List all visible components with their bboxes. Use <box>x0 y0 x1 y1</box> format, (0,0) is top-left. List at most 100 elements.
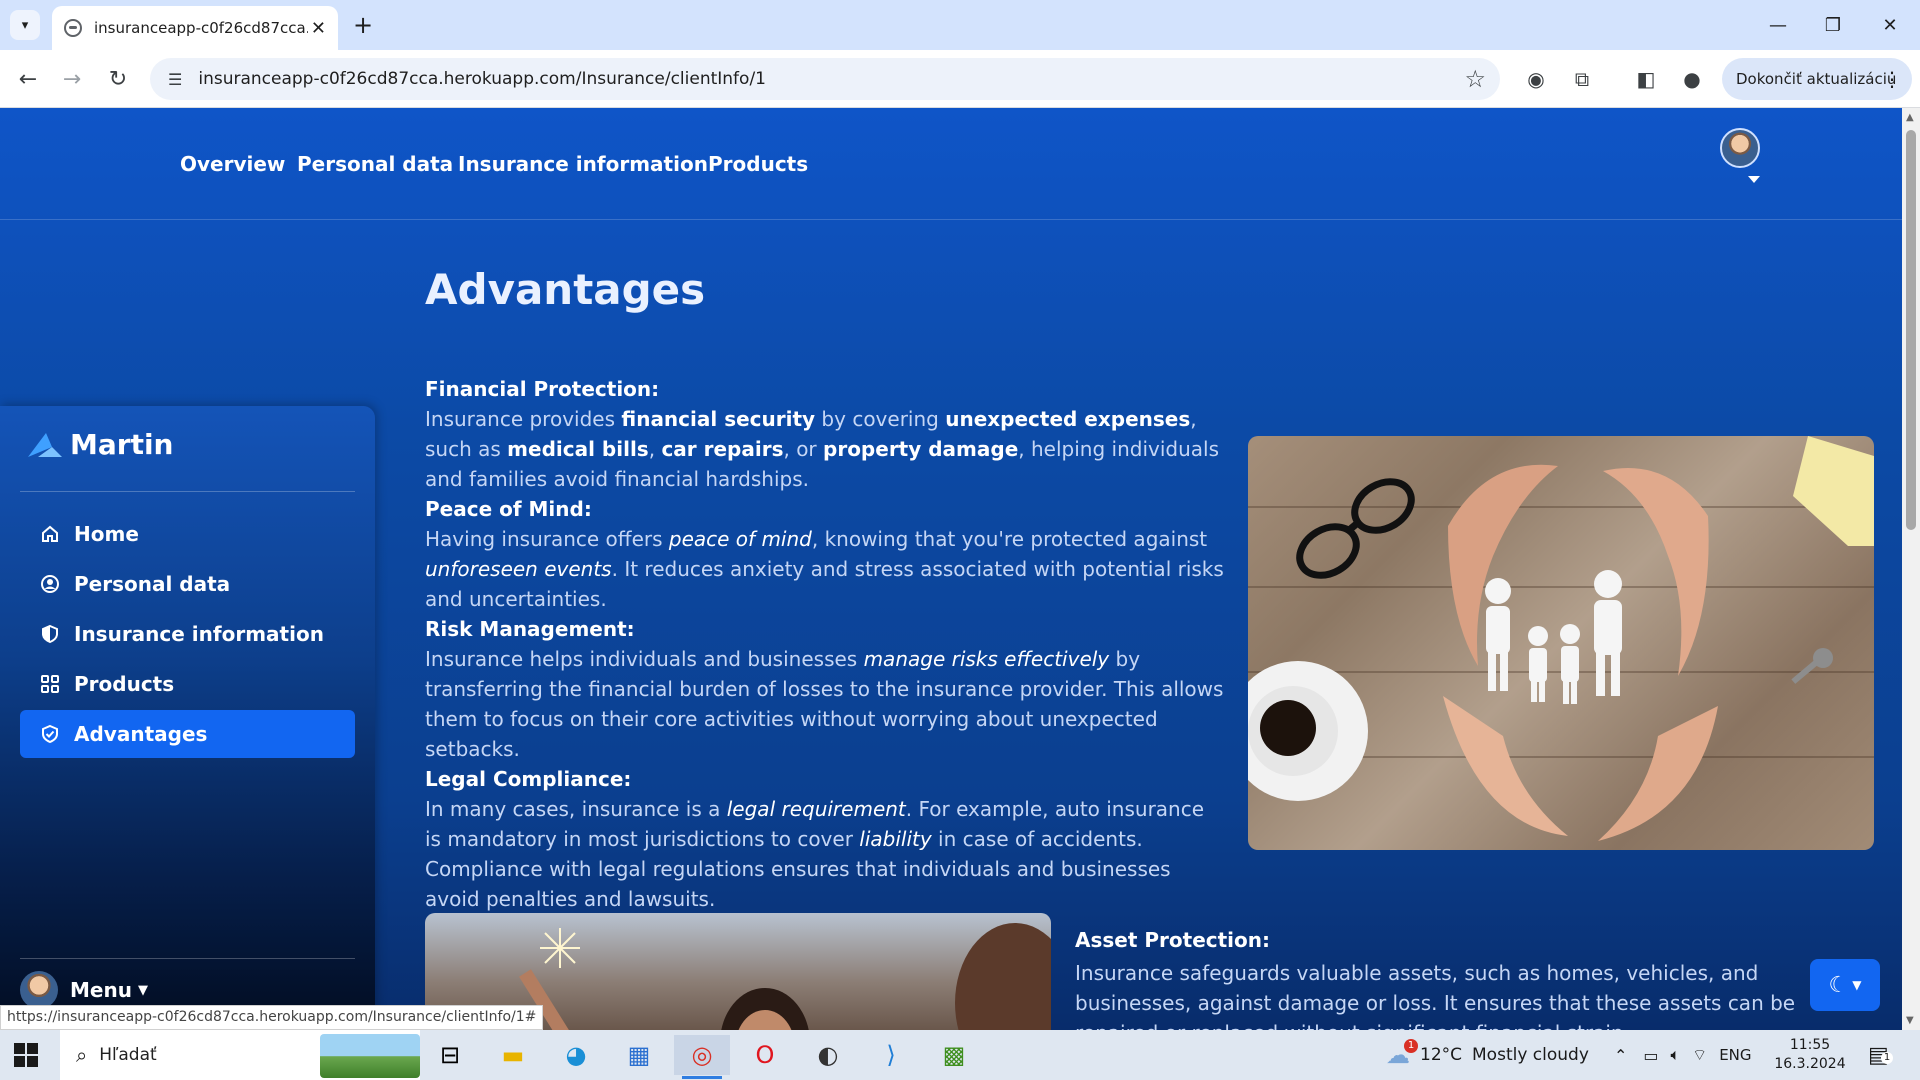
asset-protection-heading: Asset Protection: <box>1075 928 1271 952</box>
task-view-icon[interactable]: ⊟ <box>422 1035 478 1075</box>
new-tab-button[interactable]: + <box>353 10 373 40</box>
advantage-heading: Risk Management: <box>425 617 635 641</box>
battery-icon[interactable]: ▭ <box>1643 1046 1658 1065</box>
scroll-down-icon[interactable]: ▼ <box>1906 1015 1914 1026</box>
weather-widget[interactable]: ☁ 1 12°C Mostly cloudy <box>1386 1030 1589 1080</box>
page-viewport: Overview Personal data Insurance informa… <box>0 108 1902 1030</box>
nav-personal-data[interactable]: Personal data <box>297 152 453 176</box>
nav-products[interactable]: Products <box>708 152 808 176</box>
system-tray: ⌃ ▭ 🔈︎ ⌔ ENG <box>1614 1030 1752 1080</box>
reload-icon[interactable]: ↻ <box>102 63 134 95</box>
user-circle-icon <box>41 575 59 593</box>
emphasis-run: car repairs <box>661 437 784 461</box>
scroll-up-icon[interactable]: ▲ <box>1906 112 1914 123</box>
chevron-down-icon: ▼ <box>1852 978 1862 992</box>
sidebar-user-menu[interactable]: Menu ▼ <box>20 971 148 1009</box>
page-scrollbar[interactable]: ▲ ▼ <box>1902 108 1920 1030</box>
nav-insurance-information[interactable]: Insurance information <box>458 152 708 176</box>
search-placeholder: Hľadať <box>99 1045 157 1065</box>
puzzle-icon[interactable]: ⧉ <box>1568 65 1596 93</box>
family-protection-image <box>1248 436 1874 850</box>
sidebar-item-personal-data[interactable]: Personal data <box>20 560 355 608</box>
emphasis-run: medical bills <box>507 437 649 461</box>
sidebar-item-label: Personal data <box>74 572 231 596</box>
grid-icon <box>41 675 59 693</box>
kebab-menu-icon[interactable]: ⋮ <box>1882 67 1902 91</box>
clock[interactable]: 11:55 16.3.2024 <box>1760 1036 1860 1074</box>
search-icon: ⌕ <box>76 1043 88 1067</box>
sidebar-item-insurance-information[interactable]: Insurance information <box>20 610 355 658</box>
browser-toolbar: ← → ↻ ☰ insuranceapp-c0f26cd87cca.heroku… <box>0 50 1920 108</box>
minimize-icon[interactable]: — <box>1758 8 1798 42</box>
sidebar-item-label: Advantages <box>74 722 208 746</box>
text-run: In many cases, insurance is a <box>425 797 727 821</box>
sidebar-item-home[interactable]: Home <box>20 510 355 558</box>
bookmark-star-icon[interactable]: ☆ <box>1464 65 1486 93</box>
app-icon[interactable]: ▩ <box>926 1035 982 1075</box>
weather-temp: 12°C <box>1420 1045 1463 1065</box>
restore-icon[interactable]: ❐ <box>1813 8 1853 42</box>
nav-overview[interactable]: Overview <box>180 152 285 176</box>
close-window-icon[interactable]: ✕ <box>1870 8 1910 42</box>
extension-icon[interactable]: ◉ <box>1522 65 1550 93</box>
advantage-heading: Peace of Mind: <box>425 497 592 521</box>
status-bar-url: https://insuranceapp-c0f26cd87cca.heroku… <box>0 1005 544 1030</box>
text-run: , <box>648 437 662 461</box>
advantages-content: Financial Protection: Insurance provides … <box>425 374 1225 914</box>
emphasis-run: liability <box>859 827 932 851</box>
side-panel-icon[interactable]: ◧ <box>1632 65 1660 93</box>
close-tab-icon[interactable]: ✕ <box>311 18 326 39</box>
cloud-icon: ☁ 1 <box>1386 1039 1418 1069</box>
profile-icon[interactable]: ● <box>1678 65 1706 93</box>
chevron-down-icon[interactable] <box>1748 176 1760 183</box>
forward-icon[interactable]: → <box>56 63 88 95</box>
language-indicator[interactable]: ENG <box>1719 1046 1751 1064</box>
sidebar-divider <box>20 958 355 959</box>
chevron-up-icon[interactable]: ⌃ <box>1614 1046 1627 1065</box>
top-navbar: Overview Personal data Insurance informa… <box>0 108 1902 220</box>
notification-icon: ▤ 1 <box>1868 1043 1893 1068</box>
brand[interactable]: Martin <box>26 428 173 461</box>
file-explorer-icon[interactable]: ▬ <box>485 1035 541 1075</box>
brand-name: Martin <box>70 428 174 461</box>
text-run: Insurance helps individuals and business… <box>425 647 864 671</box>
emphasis-run: unforeseen events <box>425 557 612 581</box>
notifications-button[interactable]: ▤ 1 <box>1868 1030 1893 1080</box>
emphasis-run: peace of mind <box>668 527 812 551</box>
browser-tab-strip: ▾ insuranceapp-c0f26cd87cca.her ✕ + — ❐ … <box>0 0 1920 50</box>
advantage-heading: Legal Compliance: <box>425 767 632 791</box>
moon-icon: ☾ <box>1828 972 1849 998</box>
store-icon[interactable]: ▦ <box>611 1035 667 1075</box>
vscode-icon[interactable]: ⟩ <box>863 1035 919 1075</box>
scroll-thumb[interactable] <box>1906 130 1916 530</box>
user-avatar[interactable] <box>1720 128 1760 168</box>
chrome-icon[interactable]: ◎ <box>674 1035 730 1079</box>
theme-toggle-button[interactable]: ☾ ▼ <box>1810 959 1880 1011</box>
advantage-text: Insurance helps individuals and business… <box>425 644 1225 764</box>
sidebar-item-products[interactable]: Products <box>20 660 355 708</box>
site-info-icon[interactable]: ☰ <box>168 70 182 89</box>
obs-icon[interactable]: ◐ <box>800 1035 856 1075</box>
edge-icon[interactable]: ◕ <box>548 1035 604 1075</box>
update-button[interactable]: Dokončiť aktualizáciu ⋮ <box>1722 58 1912 100</box>
text-run: , or <box>783 437 824 461</box>
emphasis-run: unexpected expenses <box>945 407 1191 431</box>
sidebar-item-advantages[interactable]: Advantages <box>20 710 355 758</box>
sidebar-item-label: Home <box>74 522 139 546</box>
emphasis-run: financial security <box>621 407 816 431</box>
emphasis-run: legal requirement <box>726 797 906 821</box>
emphasis-run: manage risks effectively <box>863 647 1110 671</box>
address-bar[interactable]: ☰ insuranceapp-c0f26cd87cca.herokuapp.co… <box>150 58 1500 100</box>
update-button-label: Dokončiť aktualizáciu <box>1736 70 1897 88</box>
text-run: Having insurance offers <box>425 527 669 551</box>
tab-search-button[interactable]: ▾ <box>10 10 40 40</box>
volume-icon[interactable]: 🔈︎ <box>1671 1045 1681 1065</box>
wifi-icon[interactable]: ⌔ <box>1692 1045 1707 1065</box>
opera-icon[interactable]: O <box>737 1035 793 1075</box>
browser-tab[interactable]: insuranceapp-c0f26cd87cca.her ✕ <box>52 6 338 50</box>
notification-count: 1 <box>1881 1051 1893 1064</box>
taskbar-search[interactable]: ⌕ Hľadať <box>60 1030 420 1080</box>
windows-start-icon[interactable] <box>14 1043 38 1067</box>
back-icon[interactable]: ← <box>12 63 44 95</box>
advantage-text: Insurance provides financial security by… <box>425 404 1225 494</box>
